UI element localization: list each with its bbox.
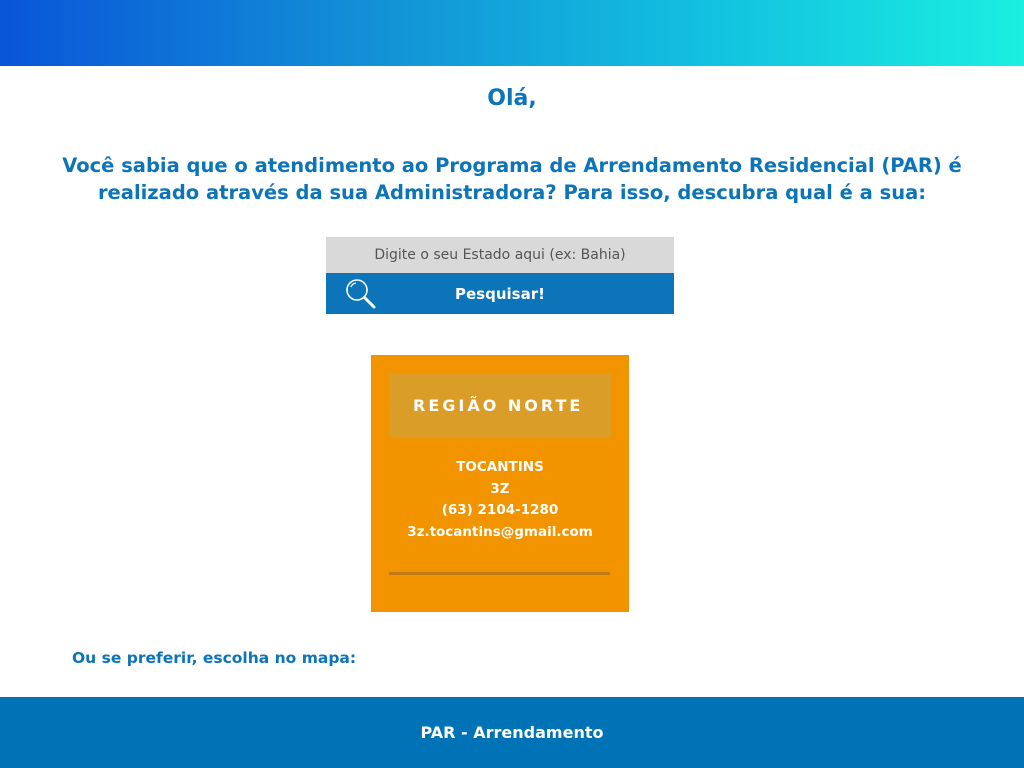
search-button-label: Pesquisar! — [455, 284, 545, 303]
search-icon — [344, 278, 378, 310]
region-phone: (63) 2104-1280 — [441, 502, 559, 518]
region-email: 3z.tocantins@gmail.com — [407, 523, 593, 540]
region-state: TOCANTINS — [456, 459, 544, 475]
search-box: Pesquisar! — [326, 237, 674, 314]
search-button[interactable]: Pesquisar! — [326, 273, 674, 314]
intro-text: Você sabia que o atendimento ao Programa… — [62, 154, 962, 204]
top-banner — [0, 0, 1024, 66]
region-divider — [389, 572, 610, 575]
region-card: REGIÃO NORTE TOCANTINS 3Z (63) 2104-1280… — [371, 355, 629, 612]
state-search-input[interactable] — [326, 237, 674, 273]
footer: PAR - Arrendamento — [0, 697, 1024, 768]
region-title: REGIÃO NORTE — [389, 373, 611, 437]
region-info: TOCANTINS 3Z (63) 2104-1280 3z.tocantins… — [371, 457, 629, 543]
map-prompt: Ou se preferir, escolha no mapa: — [72, 649, 357, 667]
footer-text: PAR - Arrendamento — [420, 723, 604, 742]
region-company: 3Z — [490, 480, 510, 497]
greeting-heading: Olá, — [487, 86, 537, 111]
